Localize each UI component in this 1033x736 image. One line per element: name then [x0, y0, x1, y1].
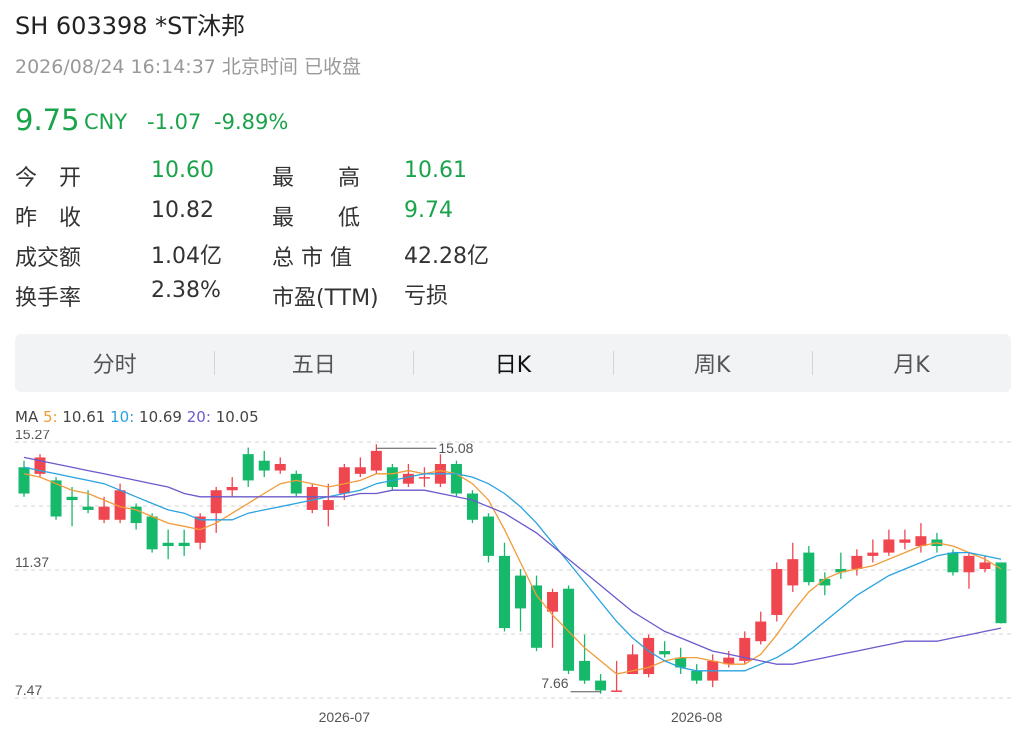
candle-body [851, 555, 863, 570]
candle-body [691, 670, 703, 681]
chart-period-tabs: 分时 五日 日K 周K 月K [15, 334, 1011, 392]
tab-divider [812, 351, 813, 375]
price-change: -1.07 [147, 110, 202, 134]
candle-body [563, 588, 575, 671]
ma20-value: 10.05 [215, 408, 259, 426]
candle-body [498, 555, 510, 629]
candle-body [787, 559, 799, 586]
candle-body [595, 680, 607, 691]
candle-body [322, 500, 334, 510]
candle-body [386, 467, 398, 487]
candle-body [354, 467, 366, 474]
candle-body [18, 467, 30, 494]
currency-label: CNY [84, 110, 128, 134]
tab-weekly-k[interactable]: 周K [613, 334, 812, 392]
y-axis-label: 7.47 [15, 682, 42, 698]
prev-close-value: 10.82 [151, 198, 214, 223]
candle-body [883, 539, 895, 553]
candle-body [771, 569, 783, 615]
candle-body [755, 621, 767, 642]
candle-body [306, 486, 318, 510]
candle-body [947, 552, 959, 573]
low-value: 9.74 [404, 198, 453, 223]
max-price-label: 15.08 [438, 440, 473, 456]
candle-body [98, 506, 110, 520]
candle-body [258, 460, 270, 471]
candle-body [979, 562, 991, 570]
tab-divider [413, 351, 414, 375]
price-change-pct: -9.89% [214, 110, 289, 134]
volume-label: 成交额 [15, 246, 82, 271]
candle-body [274, 463, 286, 471]
turnover-value: 2.38% [151, 278, 221, 303]
current-price: 9.75 [15, 103, 80, 137]
candle-body [290, 473, 302, 494]
ma10-label: 10: [110, 408, 135, 426]
ma10-value: 10.69 [139, 408, 182, 426]
tab-divider [214, 351, 215, 375]
candle-body [66, 496, 78, 501]
pe-value: 亏损 [404, 284, 449, 309]
pe-label: 市盈(TTM) [272, 286, 379, 311]
x-axis-label: 2026-08 [671, 709, 723, 725]
candle-body [162, 542, 174, 547]
low-label: 最 低 [272, 206, 361, 231]
y-axis-label: 15.27 [15, 430, 50, 442]
candle-body [515, 575, 527, 609]
open-value: 10.60 [151, 158, 214, 183]
tab-intraday[interactable]: 分时 [15, 334, 214, 392]
candlestick-chart[interactable]: 15.27 11.37 7.47 2026-07 2026-08 15.08 7.66 [0, 430, 1033, 736]
turnover-label: 换手率 [15, 286, 82, 311]
volume-value: 1.04亿 [151, 244, 222, 269]
ma-legend-title: MA [15, 408, 39, 426]
ma20-label: 20: [186, 408, 211, 426]
candle-body [611, 690, 623, 692]
candle-body [146, 516, 158, 550]
ma5-line [23, 469, 1002, 675]
candle-body [82, 506, 94, 510]
high-label: 最 高 [272, 166, 361, 191]
candle-body [579, 660, 591, 681]
ma5-value: 10.61 [62, 408, 106, 426]
mktcap-label: 总 市 值 [272, 246, 352, 271]
candle-body [899, 539, 911, 543]
stock-title: SH 603398 *ST沐邦 [15, 12, 246, 40]
candle-body [803, 552, 815, 583]
y-axis-label: 11.37 [15, 554, 49, 570]
candle-body [867, 552, 879, 556]
ma5-label: 5: [42, 408, 58, 426]
candle-body [963, 555, 975, 573]
high-value: 10.61 [404, 158, 467, 183]
tab-divider [613, 351, 614, 375]
open-label: 今 开 [15, 166, 82, 191]
quote-time: 2026/08/24 16:14:37 北京时间 已收盘 [15, 56, 361, 78]
ma-legend: MA 5: 10.61 10: 10.69 20: 10.05 [15, 408, 259, 426]
tab-five-day[interactable]: 五日 [214, 334, 413, 392]
candle-body [226, 486, 238, 491]
tab-daily-k[interactable]: 日K [413, 334, 612, 392]
tab-monthly-k[interactable]: 月K [812, 334, 1011, 392]
candle-body [547, 591, 559, 612]
prev-close-label: 昨 收 [15, 206, 82, 231]
candle-body [450, 463, 462, 494]
candle-body [242, 454, 254, 481]
mktcap-value: 42.28亿 [404, 244, 489, 269]
candle-body [995, 562, 1007, 624]
candle-body [402, 473, 414, 484]
min-price-label: 7.66 [541, 675, 568, 691]
x-axis-label: 2026-07 [319, 709, 371, 725]
candle-body [418, 477, 430, 479]
candle-body [370, 450, 382, 471]
candle-body [659, 651, 671, 655]
candle-body [210, 490, 222, 514]
candle-body [178, 542, 190, 547]
candle-body [338, 467, 350, 494]
candle-body [466, 493, 478, 520]
candle-body [482, 516, 494, 556]
